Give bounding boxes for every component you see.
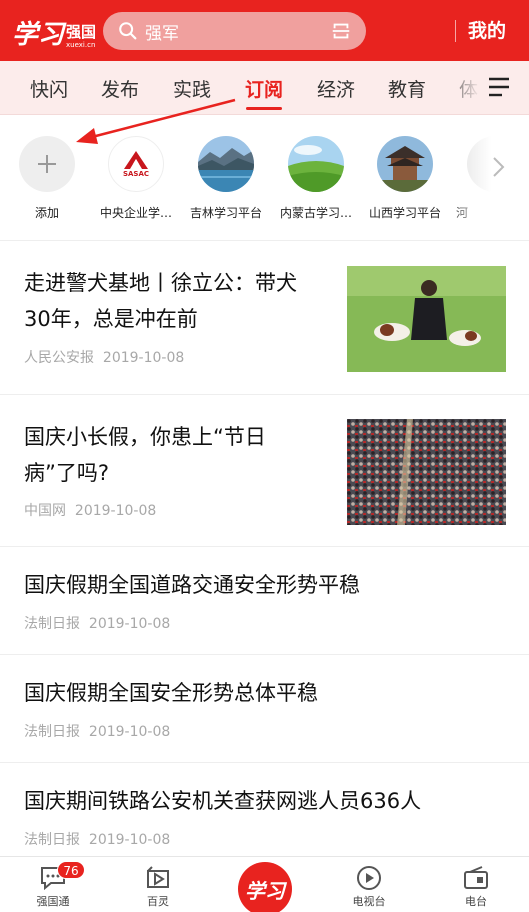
- article-source: 法制日报: [24, 724, 80, 740]
- play-circle-icon: [357, 866, 381, 890]
- nav-label: 电视台: [352, 895, 386, 908]
- add-circle: [19, 136, 75, 192]
- plus-icon: [38, 155, 56, 173]
- article-item[interactable]: 国庆假期全国道路交通安全形势平稳 法制日报 2019-10-08: [0, 546, 529, 654]
- article-title-line1: 国庆期间铁路公安机关查获网逃人员636人: [24, 789, 422, 813]
- article-title-line1: 国庆假期全国道路交通安全形势平稳: [24, 573, 360, 597]
- article-date: 2019-10-08: [88, 616, 171, 632]
- article-item[interactable]: 国庆小长假，你患上“节日 病”了吗? 中国网 2019-10-08: [0, 394, 529, 546]
- article-date: 2019-10-08: [88, 724, 171, 740]
- nav-diantai[interactable]: 电台: [436, 857, 516, 912]
- article-item[interactable]: 国庆假期全国安全形势总体平稳 法制日报 2019-10-08: [0, 654, 529, 762]
- search-placeholder: 强军: [145, 23, 179, 44]
- logo-domain-text: xuexi.cn: [66, 41, 96, 49]
- tab-kuaishan[interactable]: 快闪: [30, 75, 68, 102]
- subscription-label: 添加: [34, 206, 59, 220]
- article-source: 法制日报: [24, 832, 80, 848]
- article-meta: 法制日报 2019-10-08: [24, 829, 170, 849]
- article-meta: 法制日报 2019-10-08: [24, 721, 170, 741]
- article-item[interactable]: 国庆期间铁路公安机关查获网逃人员636人 法制日报 2019-10-08: [0, 762, 529, 870]
- subscription-fade-overlay: [445, 115, 529, 240]
- article-source: 中国网: [24, 503, 66, 519]
- search-icon: [119, 22, 137, 40]
- article-date: 2019-10-08: [88, 832, 171, 848]
- subscription-shanxi[interactable]: 山西学习平台: [360, 136, 450, 221]
- xuexi-logo[interactable]: 学习 强国 xuexi.cn: [12, 10, 96, 50]
- nav-label: 电台: [465, 895, 487, 908]
- article-title-line1: 走进警犬基地丨徐立公：带犬: [24, 271, 297, 295]
- article-item[interactable]: 走进警犬基地丨徐立公：带犬 30年，总是冲在前 人民公安报 2019-10-08: [0, 240, 529, 394]
- nav-label: 百灵: [147, 895, 169, 908]
- article-date: 2019-10-08: [74, 503, 157, 519]
- chevron-right-icon[interactable]: [488, 155, 508, 179]
- xuexi-center-button[interactable]: 学习: [238, 862, 292, 912]
- mine-button[interactable]: 我的: [468, 16, 506, 43]
- subscription-row: 添加 SASAC 中央企业学… 吉林学习平台 内蒙古学习… 山西学习平台: [0, 98, 529, 240]
- logo-script-text: 学习: [12, 20, 65, 50]
- article-meta: 法制日报 2019-10-08: [24, 613, 170, 633]
- radio-icon: [464, 866, 488, 889]
- article-source: 法制日报: [24, 616, 80, 632]
- subscription-neimenggu[interactable]: 内蒙古学习…: [271, 136, 361, 221]
- article-meta: 中国网 2019-10-08: [24, 500, 156, 520]
- top-header: 学习 强国 xuexi.cn 强军 我的: [0, 0, 529, 61]
- tab-dingyue[interactable]: 订阅: [245, 75, 283, 102]
- article-title-line2: 病”了吗?: [24, 461, 110, 485]
- play-box-icon: [147, 866, 169, 888]
- sasac-text: SASAC: [122, 169, 150, 178]
- unread-badge: 76: [57, 861, 85, 879]
- tabs-fade-overlay: [440, 61, 529, 114]
- menu-icon[interactable]: [487, 76, 511, 98]
- article-source: 人民公安报: [24, 350, 94, 366]
- tab-jiaoyu[interactable]: 教育: [388, 75, 426, 102]
- scan-icon[interactable]: [330, 20, 352, 42]
- nav-qiangguotong[interactable]: 强国通 76: [13, 857, 93, 912]
- nav-bailing[interactable]: 百灵: [118, 857, 198, 912]
- nav-label: 强国通: [36, 895, 70, 908]
- ancient-building-image: [377, 136, 433, 192]
- police-dogs-photo: [347, 266, 506, 372]
- subscription-label: 内蒙古学习…: [279, 206, 352, 220]
- annotation-arrow: [76, 98, 236, 144]
- active-tab-indicator: [246, 107, 282, 110]
- tab-jingji[interactable]: 经济: [317, 75, 355, 102]
- logo-main-text: 强国: [66, 23, 97, 41]
- subscription-label: 吉林学习平台: [189, 206, 262, 220]
- app-root: 学习 强国 xuexi.cn 强军 我的 快闪 发布 实践 订阅 经济 教育 添…: [0, 0, 529, 912]
- nav-dianshitai[interactable]: 电视台: [329, 857, 409, 912]
- center-logo-text: 学习: [245, 878, 285, 903]
- header-divider: [455, 20, 456, 42]
- grassland-landscape-image: [288, 136, 344, 192]
- article-title-line1: 国庆假期全国安全形势总体平稳: [24, 681, 318, 705]
- crowd-photo: [347, 419, 506, 525]
- article-title-line2: 30年，总是冲在前: [24, 307, 198, 331]
- search-bar[interactable]: 强军: [103, 12, 366, 50]
- article-date: 2019-10-08: [102, 350, 185, 366]
- subscription-label: 山西学习平台: [368, 206, 441, 220]
- article-meta: 人民公安报 2019-10-08: [24, 347, 184, 367]
- subscription-label: 中央企业学…: [99, 206, 172, 220]
- article-title-line1: 国庆小长假，你患上“节日: [24, 425, 266, 449]
